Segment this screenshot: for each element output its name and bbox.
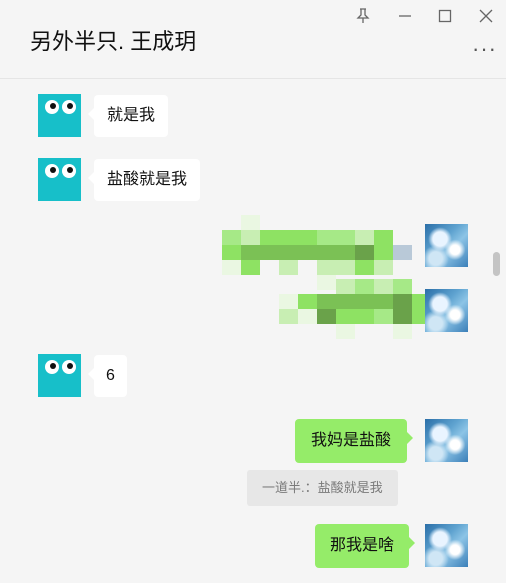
avatar[interactable] (425, 524, 468, 567)
chat-title: 另外半只. 王成玥 (30, 29, 197, 54)
eye-icon (45, 100, 59, 114)
avatar[interactable] (425, 419, 468, 462)
avatar[interactable] (38, 354, 81, 397)
message-bubble[interactable]: 我妈是盐酸 (295, 419, 414, 463)
avatar[interactable] (38, 94, 81, 137)
quoted-message[interactable]: 一道半.：盐酸就是我 (247, 470, 398, 506)
message-bubble[interactable]: 盐酸就是我 (87, 159, 201, 201)
scrollbar[interactable] (493, 252, 500, 276)
eye-icon (45, 360, 59, 374)
avatar[interactable] (38, 158, 81, 201)
more-icon[interactable]: ··· (472, 36, 497, 62)
avatar[interactable] (425, 289, 468, 332)
message-bubble[interactable]: 那我是啥 (315, 524, 416, 568)
eye-icon (62, 164, 76, 178)
chat-header: 另外半只. 王成玥 ··· (0, 0, 506, 79)
eye-icon (45, 164, 59, 178)
eye-icon (62, 360, 76, 374)
message-bubble[interactable]: 就是我 (87, 95, 169, 137)
message-bubble[interactable]: 6 (88, 355, 127, 397)
maximize-icon[interactable] (434, 5, 456, 27)
avatar[interactable] (425, 224, 468, 267)
close-icon[interactable] (475, 5, 497, 27)
minimize-icon[interactable] (394, 5, 416, 27)
pin-icon[interactable] (352, 5, 374, 27)
eye-icon (62, 100, 76, 114)
